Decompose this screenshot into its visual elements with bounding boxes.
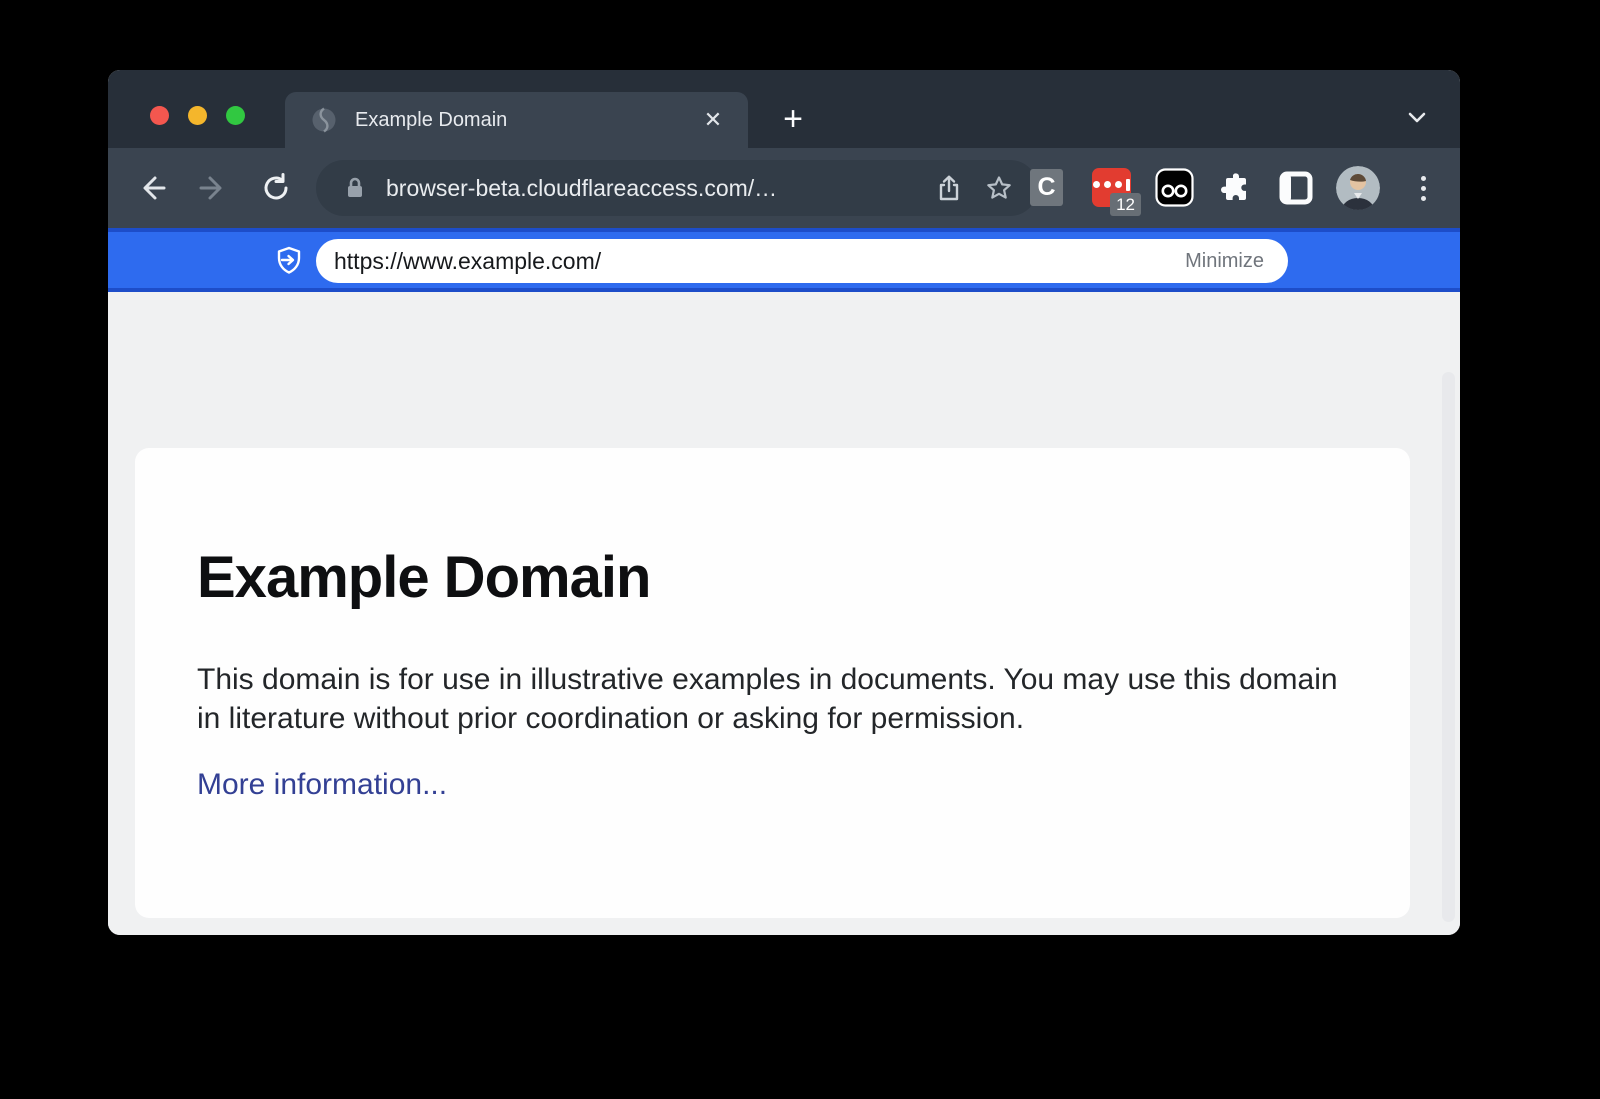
remote-url-value[interactable]: https://www.example.com/ <box>334 248 1185 275</box>
bookmark-star-icon[interactable] <box>982 171 1016 205</box>
more-information-link[interactable]: More information... <box>197 768 447 802</box>
browser-menu-kebab-icon[interactable] <box>1404 169 1442 207</box>
chevron-down-icon[interactable] <box>1396 94 1438 140</box>
globe-favicon-icon <box>311 107 337 133</box>
address-bar[interactable]: browser-beta.cloudflareaccess.com/… <box>316 160 1038 216</box>
shield-arrow-icon <box>275 246 303 274</box>
back-button[interactable] <box>130 166 174 210</box>
content-card: Example Domain This domain is for use in… <box>135 448 1410 918</box>
address-bar-url[interactable]: browser-beta.cloudflareaccess.com/… <box>386 175 932 202</box>
side-panel-icon[interactable] <box>1278 170 1314 206</box>
forward-button[interactable] <box>191 166 235 210</box>
browser-toolbar: browser-beta.cloudflareaccess.com/… C 12 <box>108 148 1460 228</box>
page-viewport: Example Domain This domain is for use in… <box>108 292 1460 935</box>
remote-browser-access-bar: https://www.example.com/ Minimize <box>108 228 1460 292</box>
extension-red-dots-icon[interactable]: 12 <box>1092 168 1131 207</box>
browser-window: Example Domain ✕ + browser-beta.cloudfla… <box>108 70 1460 935</box>
extension-two-circles-icon[interactable] <box>1155 168 1194 207</box>
extensions-puzzle-icon[interactable] <box>1218 170 1254 206</box>
minimize-bar-button[interactable]: Minimize <box>1185 250 1264 273</box>
page-title: Example Domain <box>197 544 650 611</box>
page-paragraph: This domain is for use in illustrative e… <box>197 660 1357 738</box>
red-dots-glyph <box>1093 179 1130 191</box>
tab-title: Example Domain <box>355 109 507 132</box>
remote-url-field[interactable]: https://www.example.com/ Minimize <box>316 239 1288 283</box>
extension-badge-count: 12 <box>1110 193 1141 216</box>
tab-close-icon[interactable]: ✕ <box>698 105 728 135</box>
reload-button[interactable] <box>254 166 298 210</box>
tab-example-domain[interactable]: Example Domain ✕ <box>285 92 748 148</box>
share-icon[interactable] <box>932 171 966 205</box>
extension-c-icon[interactable]: C <box>1030 169 1063 206</box>
new-tab-button[interactable]: + <box>770 96 816 142</box>
minimize-window-button[interactable] <box>188 106 207 125</box>
lock-icon <box>338 171 372 205</box>
page-scrollbar[interactable] <box>1442 372 1455 922</box>
tab-strip: Example Domain ✕ + <box>108 70 1460 148</box>
fullscreen-window-button[interactable] <box>226 106 245 125</box>
profile-avatar[interactable] <box>1336 166 1380 210</box>
close-window-button[interactable] <box>150 106 169 125</box>
